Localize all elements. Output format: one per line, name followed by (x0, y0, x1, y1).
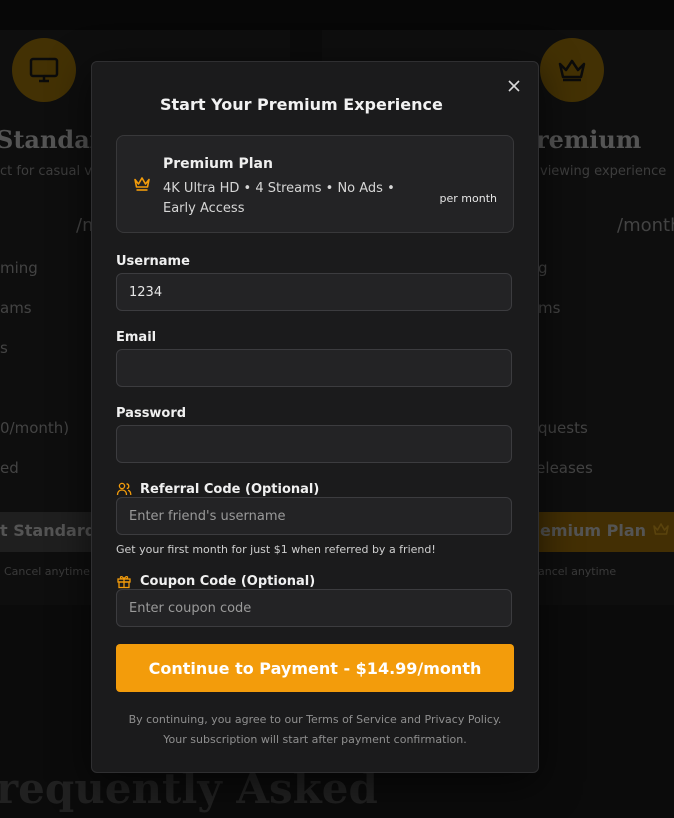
referral-code-input[interactable] (116, 497, 512, 535)
email-label: Email (116, 330, 156, 345)
referral-label: Referral Code (Optional) (116, 481, 319, 497)
plan-price-suffix: per month (439, 192, 497, 205)
coupon-code-input[interactable] (116, 589, 512, 627)
username-input[interactable] (116, 273, 512, 311)
plan-description: 4K Ultra HD • 4 Streams • No Ads • Early… (163, 181, 395, 216)
close-icon (508, 80, 520, 92)
coupon-label: Coupon Code (Optional) (116, 573, 315, 589)
close-button[interactable] (506, 78, 522, 94)
coupon-label-text: Coupon Code (Optional) (140, 573, 316, 589)
username-label: Username (116, 254, 190, 269)
password-label-text: Password (116, 406, 187, 421)
username-label-text: Username (116, 254, 190, 269)
users-icon (116, 482, 132, 496)
password-input[interactable] (116, 425, 512, 463)
modal-title: Start Your Premium Experience (160, 95, 443, 114)
plan-name: Premium Plan (163, 156, 273, 172)
terms-text: By continuing, you agree to our Terms of… (128, 713, 502, 746)
selected-plan-summary: Premium Plan 4K Ultra HD • 4 Streams • N… (116, 135, 514, 233)
referral-label-text: Referral Code (Optional) (140, 481, 320, 497)
referral-hint: Get your first month for just $1 when re… (116, 543, 436, 556)
signup-modal: Start Your Premium Experience Premium Pl… (91, 61, 539, 773)
gift-icon (117, 575, 131, 589)
crown-icon (134, 177, 150, 191)
email-input[interactable] (116, 349, 512, 387)
continue-to-payment-button[interactable]: Continue to Payment - $14.99/month (116, 644, 514, 692)
email-label-text: Email (116, 330, 157, 345)
password-label: Password (116, 406, 186, 421)
